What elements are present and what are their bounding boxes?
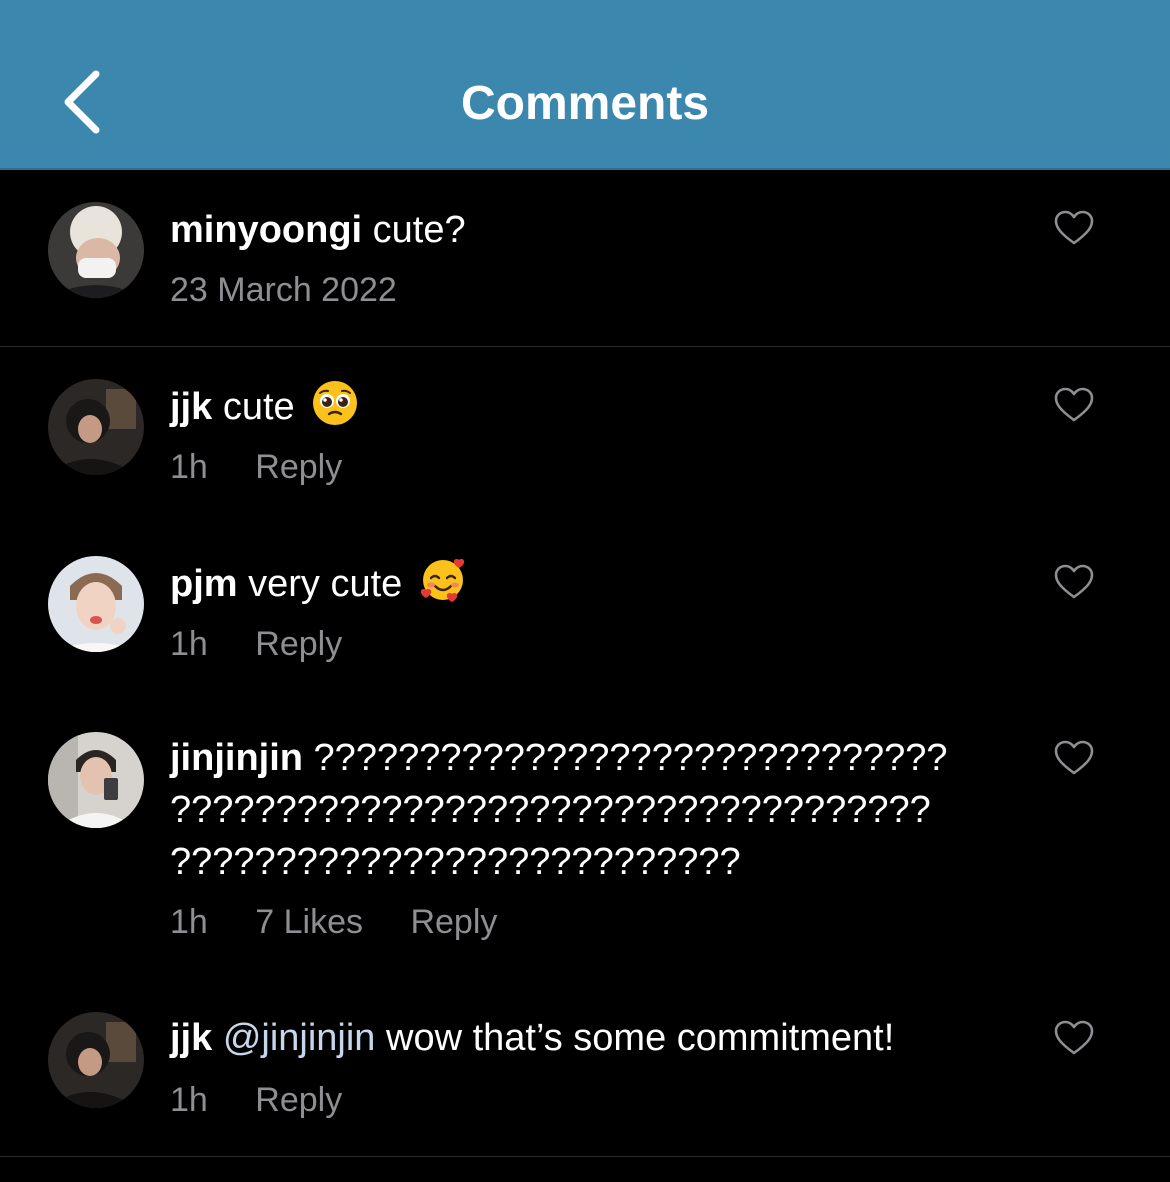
heart-icon[interactable]: [1054, 564, 1094, 600]
comment-time: 1h: [170, 448, 208, 486]
avatar[interactable]: [48, 732, 144, 828]
avatar[interactable]: [48, 556, 144, 652]
header-bar: Comments: [0, 0, 1170, 170]
list-item: pjm very cute 1h Reply: [0, 524, 1170, 700]
comment-meta: 1h Reply: [170, 1078, 380, 1122]
mention-link[interactable]: @jinjinjin: [223, 1017, 376, 1059]
comment-time: 1h: [170, 1081, 208, 1119]
reply-button[interactable]: Reply: [255, 625, 342, 663]
heart-icon[interactable]: [1054, 1020, 1094, 1056]
comment-body: very cute: [248, 563, 403, 605]
comment-username[interactable]: jjk: [170, 1017, 212, 1059]
heart-icon[interactable]: [1054, 210, 1094, 246]
pleading-face-emoji: [313, 381, 358, 425]
smiling-face-with-hearts-emoji: [420, 559, 465, 602]
comment-text: jinjinjin ??????????????????????????????…: [170, 732, 1010, 888]
caption-date: 23 March 2022: [170, 268, 435, 312]
heart-icon[interactable]: [1054, 387, 1094, 423]
reply-button[interactable]: Reply: [410, 903, 497, 941]
list-item: jjk cute 1h Reply: [0, 347, 1170, 523]
caption-date-text: 23 March 2022: [170, 271, 397, 309]
caption-username[interactable]: minyoongi: [170, 209, 362, 251]
comment-body-line: ???????????????????????????: [170, 841, 741, 883]
avatar[interactable]: [48, 202, 144, 298]
caption-body: cute?: [372, 209, 466, 251]
comment-username[interactable]: jjk: [170, 386, 212, 428]
comment-time: 1h: [170, 625, 208, 663]
likes-count[interactable]: 7 Likes: [255, 903, 363, 941]
comment-username[interactable]: pjm: [170, 563, 238, 605]
caption-text: minyoongi cute?: [170, 204, 1010, 256]
reply-button[interactable]: Reply: [255, 1081, 342, 1119]
comment-body-line: ??????????????????????????????: [313, 737, 948, 779]
list-item: jjk @jinjinjin wow that’s some commitmen…: [0, 980, 1170, 1156]
comment-body: cute: [222, 386, 295, 428]
comment-meta: 1h Reply: [170, 622, 380, 666]
comment-time: 1h: [170, 903, 208, 941]
comment-text: jjk cute: [170, 379, 1010, 433]
comment-meta: 1h 7 Likes Reply: [170, 900, 535, 944]
comment-text: jjk @jinjinjin wow that’s some commitmen…: [170, 1012, 1010, 1064]
comment-body: wow that’s some commitment!: [386, 1017, 895, 1059]
comment-text: pjm very cute: [170, 556, 1010, 610]
reply-button[interactable]: Reply: [255, 448, 342, 486]
divider: [0, 1156, 1170, 1157]
caption-row: minyoongi cute? 23 March 2022: [0, 170, 1170, 346]
avatar[interactable]: [48, 1012, 144, 1108]
comment-body-line: ????????????????????????????????????: [170, 789, 931, 831]
page-title: Comments: [460, 77, 710, 130]
list-item: jinjinjin ??????????????????????????????…: [0, 700, 1170, 982]
avatar[interactable]: [48, 379, 144, 475]
comment-meta: 1h Reply: [170, 445, 380, 489]
comment-username[interactable]: jinjinjin: [170, 737, 303, 779]
heart-icon[interactable]: [1054, 740, 1094, 776]
